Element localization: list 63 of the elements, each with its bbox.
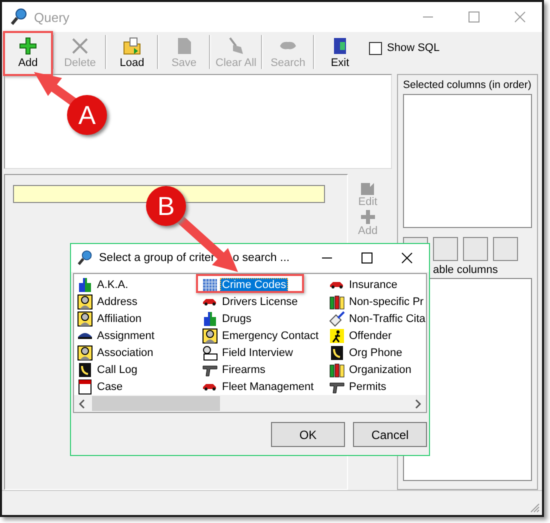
folder-icon xyxy=(122,36,142,56)
bottles-icon xyxy=(329,294,345,310)
person-icon xyxy=(202,328,218,344)
list-item[interactable]: Call Log xyxy=(77,361,140,378)
horizontal-scrollbar[interactable] xyxy=(74,395,426,412)
list-item[interactable]: Non-Traffic Cita xyxy=(329,310,428,327)
figure-icon xyxy=(77,276,93,292)
list-item[interactable]: Offender xyxy=(329,327,394,344)
close-icon xyxy=(70,36,90,56)
move-button[interactable] xyxy=(493,237,518,261)
magnifier-icon xyxy=(77,250,93,266)
close-icon[interactable] xyxy=(401,252,413,264)
list-item[interactable]: Firearms xyxy=(202,361,268,378)
car-icon xyxy=(329,280,345,288)
list-item[interactable]: Non-specific Pr xyxy=(329,293,426,310)
list-item[interactable]: Fleet Management xyxy=(202,378,316,395)
figure-icon xyxy=(202,310,218,326)
person-icon xyxy=(77,294,93,310)
available-columns-label: able columns xyxy=(433,264,499,276)
car-icon xyxy=(202,382,218,390)
list-item[interactable]: Association xyxy=(77,344,156,361)
person-icon xyxy=(77,310,93,326)
move-button[interactable] xyxy=(433,237,458,261)
pen-icon xyxy=(329,310,345,326)
grid-icon xyxy=(202,276,218,292)
dialog-title: o search ... xyxy=(232,252,290,264)
phone-icon xyxy=(77,362,93,378)
ok-button[interactable]: OK xyxy=(271,422,345,447)
cancel-button[interactable]: Cancel xyxy=(353,422,427,447)
dialog-title: Select a group of criter xyxy=(99,252,215,264)
edit-icon xyxy=(360,180,376,196)
plus-icon xyxy=(18,36,38,56)
list-item[interactable]: Permits xyxy=(329,378,388,395)
person-icon xyxy=(77,344,93,360)
list-item[interactable]: Case xyxy=(77,378,125,395)
list-item[interactable]: Insurance xyxy=(329,276,400,293)
phone-icon xyxy=(329,344,345,360)
list-item[interactable]: Field Interview xyxy=(202,344,295,361)
list-item[interactable]: Address xyxy=(77,293,140,310)
list-item[interactable]: Drugs xyxy=(202,310,254,327)
maximize-icon[interactable] xyxy=(361,252,373,264)
list-item[interactable]: A.K.A. xyxy=(77,276,130,293)
selected-columns-label: Selected columns (in order) xyxy=(403,79,532,91)
list-item[interactable]: Assignment xyxy=(77,327,156,344)
list-item[interactable]: Affiliation xyxy=(77,310,144,327)
list-item[interactable]: Drivers License xyxy=(202,293,300,310)
toolbar-button[interactable]: Add xyxy=(5,33,51,71)
move-button[interactable] xyxy=(463,237,488,261)
show-sql-checkbox[interactable]: Show SQL xyxy=(369,42,440,54)
walker-icon xyxy=(329,328,345,344)
calendar-icon xyxy=(77,378,93,394)
magnifier-icon xyxy=(10,8,28,26)
car-icon xyxy=(202,298,218,306)
toolbar-button[interactable]: Load xyxy=(109,33,155,71)
list-item[interactable]: Emergency Contact xyxy=(202,327,321,344)
bottles-icon xyxy=(329,362,345,378)
plus-icon xyxy=(360,209,376,225)
person-icon xyxy=(202,344,218,360)
resize-grip-icon[interactable] xyxy=(530,503,540,513)
toolbar-button[interactable]: Exit xyxy=(317,33,363,71)
list-item[interactable]: Org Phone xyxy=(329,344,404,361)
list-item[interactable]: Organization xyxy=(329,361,414,378)
window-title: Query xyxy=(34,10,70,24)
